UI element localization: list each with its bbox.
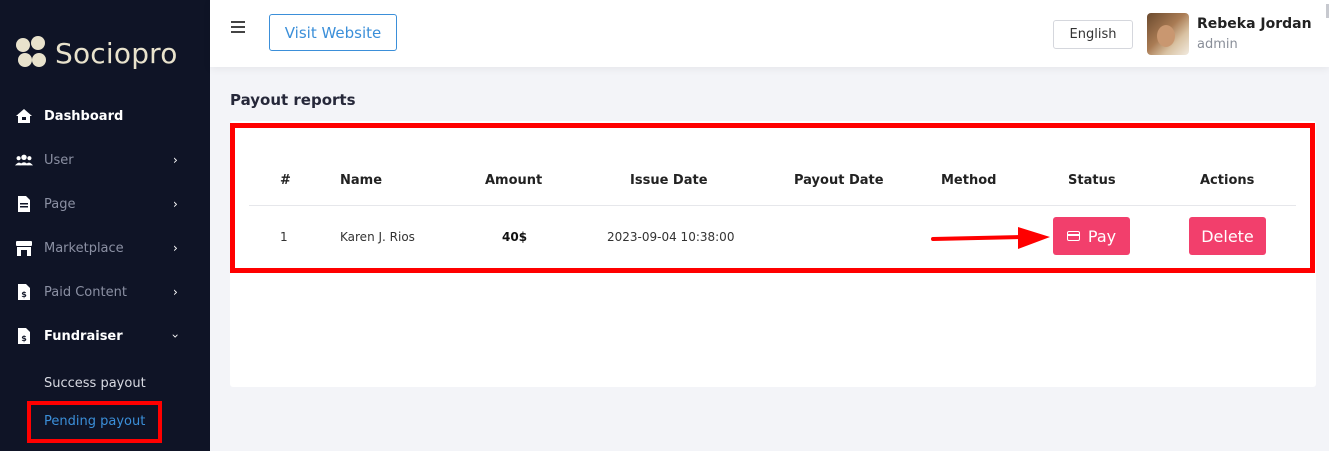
- sidebar-item-label: Dashboard: [44, 108, 124, 124]
- chevron-down-icon: ›: [168, 333, 183, 339]
- sidebar-item-label: Marketplace: [44, 240, 124, 256]
- menu-icon[interactable]: [231, 21, 245, 36]
- user-role: admin: [1197, 37, 1238, 52]
- table-highlight: [230, 123, 1315, 273]
- visit-website-button[interactable]: Visit Website: [269, 14, 397, 51]
- home-icon: [15, 107, 33, 125]
- sidebar-item-paid-content[interactable]: $ Paid Content ›: [0, 277, 210, 307]
- fundraiser-icon: $: [15, 327, 33, 345]
- sidebar: Sociopro Dashboard User › Page › Marketp…: [0, 0, 210, 451]
- page-title: Payout reports: [230, 91, 356, 109]
- chevron-right-icon: ›: [173, 197, 178, 211]
- sidebar-item-label: Fundraiser: [44, 328, 123, 344]
- sidebar-item-page[interactable]: Page ›: [0, 189, 210, 219]
- sidebar-subitem-success-payout[interactable]: Success payout: [44, 376, 146, 391]
- sidebar-item-label: Paid Content: [44, 284, 127, 300]
- chevron-right-icon: ›: [173, 241, 178, 255]
- sidebar-item-dashboard[interactable]: Dashboard: [0, 101, 210, 131]
- brand-name: Sociopro: [55, 36, 178, 70]
- users-icon: [15, 151, 33, 169]
- pending-payout-highlight: [27, 401, 162, 443]
- sidebar-item-marketplace[interactable]: Marketplace ›: [0, 233, 210, 263]
- chevron-right-icon: ›: [173, 285, 178, 299]
- avatar[interactable]: [1147, 13, 1189, 55]
- sidebar-item-fundraiser[interactable]: $ Fundraiser ›: [0, 321, 210, 351]
- paid-content-icon: $: [15, 283, 33, 301]
- chevron-right-icon: ›: [173, 153, 178, 167]
- brand-logo[interactable]: Sociopro: [16, 36, 178, 70]
- topbar: Visit Website English Rebeka Jordan admi…: [210, 0, 1329, 67]
- sidebar-item-label: Page: [44, 196, 76, 212]
- page-icon: [15, 195, 33, 213]
- svg-text:$: $: [21, 290, 27, 299]
- store-icon: [15, 239, 33, 257]
- language-select[interactable]: English: [1053, 20, 1133, 49]
- sidebar-item-user[interactable]: User ›: [0, 145, 210, 175]
- user-name[interactable]: Rebeka Jordan: [1197, 16, 1312, 32]
- sidebar-item-label: User: [44, 152, 74, 168]
- svg-text:$: $: [21, 334, 27, 343]
- logo-icon: [16, 36, 48, 70]
